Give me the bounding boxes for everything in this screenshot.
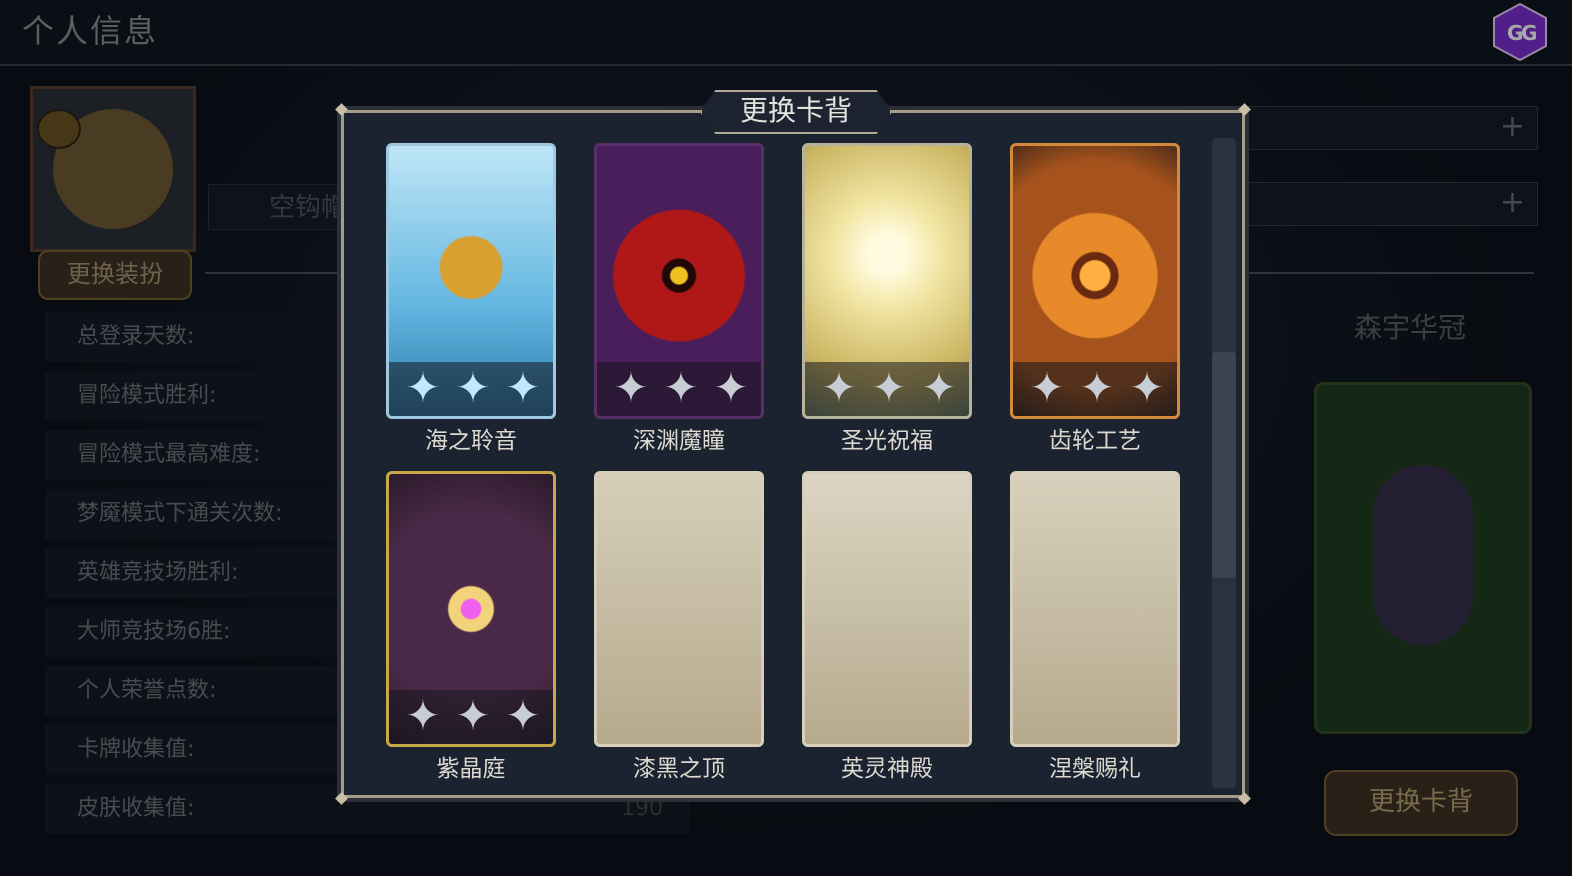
- star-rating: ✦ ✦ ✦: [805, 362, 969, 416]
- card-back-item[interactable]: ✦ ✦ ✦ 齿轮工艺: [1010, 143, 1180, 454]
- card-back-item[interactable]: ✦ ✦ ✦ 深渊魔瞳: [594, 143, 764, 454]
- star-icon: ✦: [663, 363, 699, 412]
- star-icon: ✦: [405, 363, 441, 412]
- card-back-name: 漆黑之顶: [633, 756, 725, 782]
- card-back-item[interactable]: ✦ ✦ ✦ 海之聆音: [386, 143, 556, 454]
- card-back-item[interactable]: 英灵神殿: [802, 471, 972, 782]
- star-icon: ✦: [921, 363, 957, 412]
- star-icon: ✦: [455, 691, 491, 740]
- card-back-name: 海之聆音: [425, 428, 517, 454]
- star-icon: ✦: [505, 691, 541, 740]
- card-back-name: 圣光祝福: [841, 428, 933, 454]
- card-art: ✦ ✦ ✦: [802, 143, 972, 419]
- card-back-item[interactable]: 漆黑之顶: [594, 471, 764, 782]
- star-rating: ✦ ✦ ✦: [1013, 362, 1177, 416]
- star-icon: ✦: [505, 363, 541, 412]
- star-icon: ✦: [1029, 363, 1065, 412]
- star-icon: ✦: [871, 363, 907, 412]
- card-art: ✦ ✦ ✦: [386, 471, 556, 747]
- card-back-name: 紫晶庭: [436, 756, 506, 782]
- star-icon: ✦: [613, 363, 649, 412]
- star-icon: ✦: [1079, 363, 1115, 412]
- card-art: ✦ ✦ ✦: [594, 143, 764, 419]
- star-icon: ✦: [405, 691, 441, 740]
- star-icon: ✦: [713, 363, 749, 412]
- card-back-name: 齿轮工艺: [1049, 428, 1141, 454]
- star-icon: ✦: [1129, 363, 1165, 412]
- card-art: ✦ ✦ ✦: [1010, 143, 1180, 419]
- card-back-item[interactable]: 涅槃赐礼: [1010, 471, 1180, 782]
- card-art: [802, 471, 972, 747]
- card-art: [1010, 471, 1180, 747]
- star-rating: ✦ ✦ ✦: [389, 690, 553, 744]
- card-back-name: 英灵神殿: [841, 756, 933, 782]
- card-back-item[interactable]: ✦ ✦ ✦ 紫晶庭: [386, 471, 556, 782]
- card-art: [594, 471, 764, 747]
- card-art: ✦ ✦ ✦: [386, 143, 556, 419]
- modal-title: 更换卡背: [700, 90, 892, 134]
- scroll-thumb[interactable]: [1212, 352, 1236, 578]
- star-icon: ✦: [821, 363, 857, 412]
- star-rating: ✦ ✦ ✦: [389, 362, 553, 416]
- card-back-item[interactable]: ✦ ✦ ✦ 圣光祝福: [802, 143, 972, 454]
- card-back-name: 涅槃赐礼: [1049, 756, 1141, 782]
- modal-scrollbar[interactable]: [1212, 138, 1236, 788]
- card-back-name: 深渊魔瞳: [633, 428, 725, 454]
- star-rating: ✦ ✦ ✦: [597, 362, 761, 416]
- star-icon: ✦: [455, 363, 491, 412]
